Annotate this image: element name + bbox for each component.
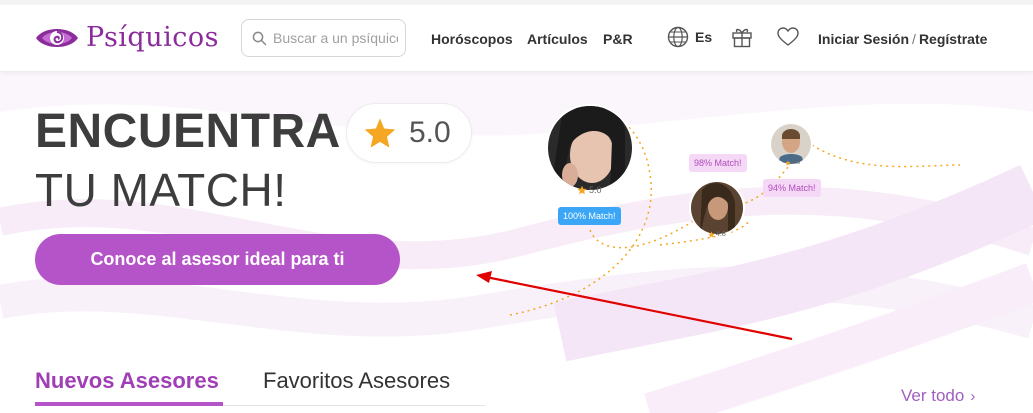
login-link[interactable]: Iniciar Sesión [818,31,909,47]
third-rating-value: 4.9 [792,160,801,166]
annotation-arrow [476,271,793,341]
favorites-button[interactable] [777,27,799,52]
see-all-label: Ver todo [901,386,965,405]
auth-separator: / [912,31,916,47]
browser-top-strip [0,0,1033,5]
logo-text: Psíquicos [86,22,219,53]
chevron-right-icon: › [970,387,976,405]
main-rating-value: 5.0 [589,185,602,195]
star-icon [785,160,791,166]
hero-title-line2: TU MATCH! [35,164,287,216]
auth-links: Iniciar Sesión / Regístrate [818,31,987,47]
gift-button[interactable] [731,26,753,53]
heart-icon [777,27,799,46]
language-selector[interactable]: Es [667,26,712,48]
active-tab-indicator [35,402,223,406]
hero-title-line1: ENCUENTRA [35,105,341,158]
match-badge-100: 100% Match! [558,207,621,225]
match-badge-98: 98% Match! [689,154,747,172]
eye-logo-icon [36,28,78,47]
logo[interactable]: Psíquicos [34,22,219,53]
star-icon [708,231,715,238]
see-all-link[interactable]: Ver todo › [901,386,975,406]
main-advisor-rating: 5.0 [577,185,602,195]
rating-value: 5.0 [409,116,451,149]
tab-nuevos-asesores[interactable]: Nuevos Asesores [35,368,219,394]
nav-pr[interactable]: P&R [603,31,633,47]
find-advisor-button[interactable]: Conoce al asesor ideal para ti [35,234,400,285]
gift-icon [732,28,752,48]
site-header: Psíquicos Horóscopos Artículos P&R Es [0,0,1033,72]
tab-favoritos-asesores[interactable]: Favoritos Asesores [263,368,450,394]
second-rating-value: 4.8 [716,231,726,238]
second-advisor-rating: 4.8 [708,231,726,238]
star-icon [577,185,587,195]
register-link[interactable]: Regístrate [919,31,987,47]
search-input[interactable] [273,30,398,46]
language-label: Es [695,29,713,45]
search-icon [252,31,267,45]
rating-badge: 5.0 [346,103,472,163]
star-icon [364,118,396,148]
match-badge-94: 94% Match! [763,179,821,197]
nav-horoscopos[interactable]: Horóscopos [431,31,513,47]
third-advisor-rating: 4.9 [785,160,800,166]
search-box[interactable] [241,19,406,57]
nav-articulos[interactable]: Artículos [527,31,588,47]
globe-icon [667,26,689,48]
